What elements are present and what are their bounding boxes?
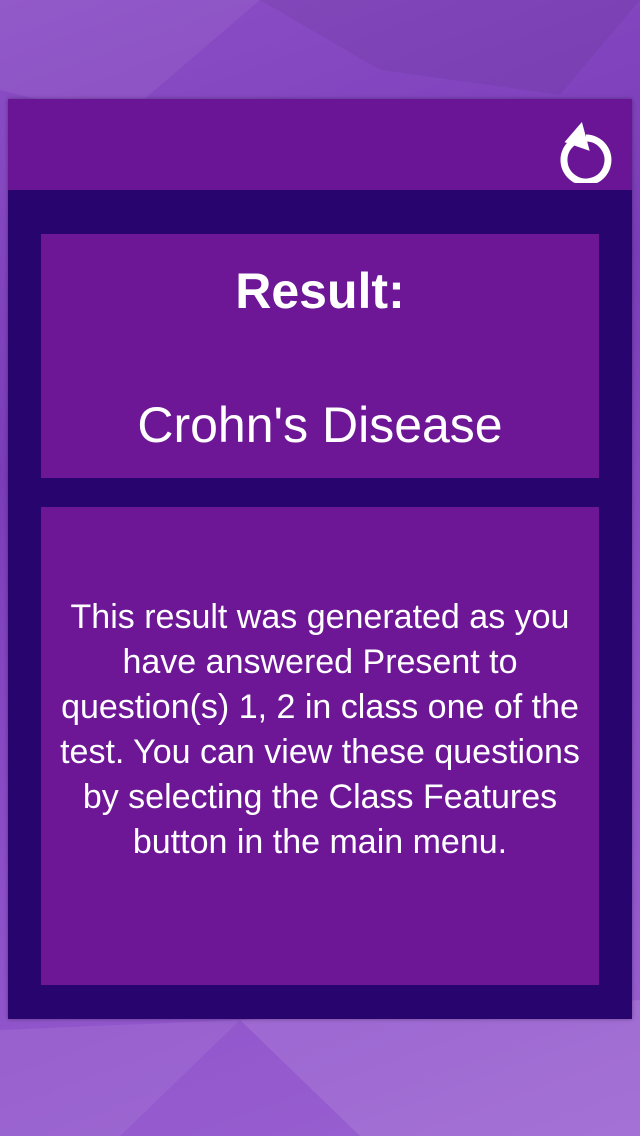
explanation-text: This result was generated as you have an… [60, 598, 580, 861]
result-panel: Result: Crohn's Disease This result was … [8, 99, 632, 1019]
explanation-card: This result was generated as you have an… [41, 507, 599, 985]
result-value: Crohn's Disease [137, 397, 503, 453]
panel-header [8, 99, 632, 190]
refresh-back-icon [560, 121, 612, 183]
back-button[interactable] [552, 107, 620, 183]
result-label: Result: [235, 263, 405, 319]
